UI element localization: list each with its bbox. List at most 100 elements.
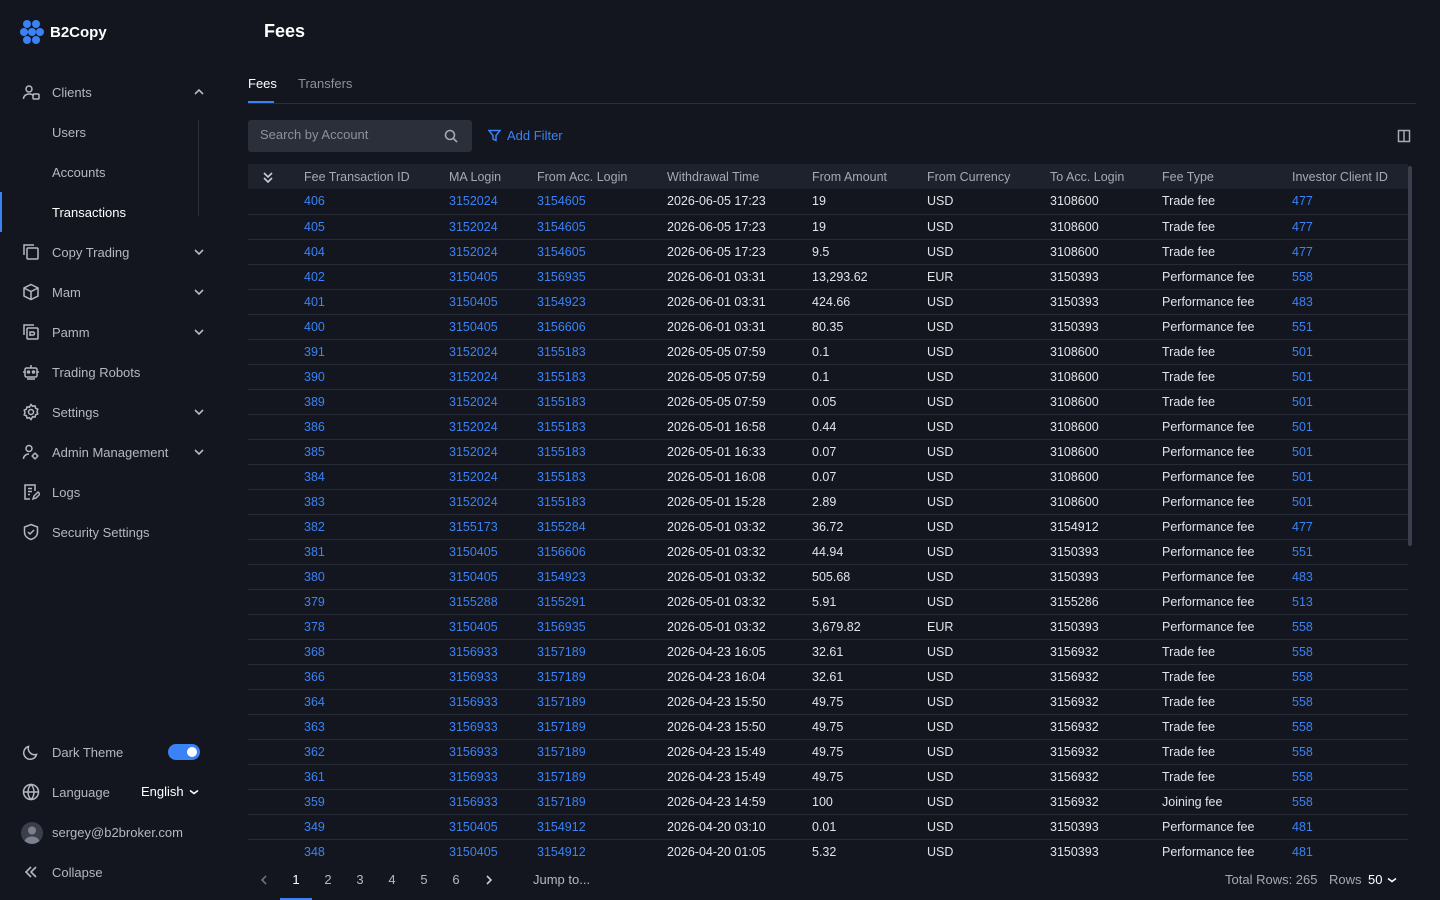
table-cell[interactable]: 3156606 bbox=[537, 539, 667, 565]
table-cell[interactable]: 3156935 bbox=[537, 264, 667, 290]
sidebar-item-settings[interactable]: Settings bbox=[0, 392, 228, 432]
table-cell[interactable]: 3154923 bbox=[537, 289, 667, 315]
table-row[interactable]: 366 3156933 3157189 2026-04-23 16:04 32.61 US… bbox=[248, 664, 1408, 690]
table-cell[interactable]: 558 bbox=[1292, 264, 1408, 290]
table-row[interactable]: 402 3150405 3156935 2026-06-01 03:31 13,293.… bbox=[248, 264, 1408, 290]
double-chevron-down-icon[interactable] bbox=[261, 170, 275, 184]
table-row[interactable]: 362 3156933 3157189 2026-04-23 15:49 49.75 US… bbox=[248, 739, 1408, 765]
table-cell[interactable]: 477 bbox=[1292, 239, 1408, 265]
table-cell[interactable]: 477 bbox=[1292, 189, 1408, 215]
sidebar-subitem-accounts[interactable]: Accounts bbox=[0, 152, 228, 192]
table-cell[interactable]: 481 bbox=[1292, 839, 1408, 862]
table-cell[interactable]: 3157189 bbox=[537, 764, 667, 790]
table-cell[interactable]: 3152024 bbox=[449, 414, 537, 440]
sidebar-item-mam[interactable]: Mam bbox=[0, 272, 228, 312]
sidebar-item-pamm[interactable]: Pamm bbox=[0, 312, 228, 352]
table-cell[interactable]: 3154923 bbox=[537, 564, 667, 590]
table-cell[interactable]: 501 bbox=[1292, 364, 1408, 390]
table-cell[interactable]: 3150405 bbox=[449, 839, 537, 862]
table-cell[interactable]: 558 bbox=[1292, 639, 1408, 665]
chevron-down-icon[interactable] bbox=[192, 326, 206, 338]
tab-transfers[interactable]: Transfers bbox=[298, 76, 352, 91]
table-cell[interactable]: 558 bbox=[1292, 714, 1408, 740]
table-cell[interactable]: 389 bbox=[304, 389, 449, 415]
sidebar-subitem-users[interactable]: Users bbox=[0, 112, 228, 152]
table-row[interactable]: 361 3156933 3157189 2026-04-23 15:49 49.75 US… bbox=[248, 764, 1408, 790]
table-cell[interactable]: 3156933 bbox=[449, 639, 537, 665]
table-cell[interactable]: 551 bbox=[1292, 539, 1408, 565]
table-cell[interactable]: 3157189 bbox=[537, 664, 667, 690]
table-row[interactable]: 381 3150405 3156606 2026-05-01 03:32 44.94 US… bbox=[248, 539, 1408, 565]
table-cell[interactable]: 3155291 bbox=[537, 589, 667, 615]
table-cell[interactable]: 3152024 bbox=[449, 339, 537, 365]
table-row[interactable]: 364 3156933 3157189 2026-04-23 15:50 49.75 US… bbox=[248, 689, 1408, 715]
table-cell[interactable]: 3157189 bbox=[537, 689, 667, 715]
collapse-button[interactable]: Collapse bbox=[0, 852, 228, 892]
table-cell[interactable]: 501 bbox=[1292, 414, 1408, 440]
table-row[interactable]: 404 3152024 3154605 2026-06-05 17:23 9.5 USD 3… bbox=[248, 239, 1408, 265]
table-row[interactable]: 379 3155288 3155291 2026-05-01 03:32 5.91 USD… bbox=[248, 589, 1408, 615]
page-3[interactable]: 3 bbox=[350, 872, 370, 887]
table-row[interactable]: 400 3150405 3156606 2026-06-01 03:31 80.35 US… bbox=[248, 314, 1408, 340]
search-input[interactable] bbox=[260, 127, 440, 142]
jump-to-page[interactable]: Jump to... bbox=[533, 872, 590, 887]
page-2[interactable]: 2 bbox=[318, 872, 338, 887]
table-row[interactable]: 390 3152024 3155183 2026-05-05 07:59 0.1 USD 3… bbox=[248, 364, 1408, 390]
table-cell[interactable]: 400 bbox=[304, 314, 449, 340]
table-cell[interactable]: 3152024 bbox=[449, 364, 537, 390]
table-cell[interactable]: 368 bbox=[304, 639, 449, 665]
columns-icon[interactable] bbox=[1397, 129, 1411, 143]
table-cell[interactable]: 3152024 bbox=[449, 389, 537, 415]
add-filter-button[interactable]: Add Filter bbox=[488, 128, 563, 143]
column-header[interactable]: To Acc. Login bbox=[1050, 164, 1162, 189]
table-cell[interactable]: 3156933 bbox=[449, 689, 537, 715]
table-cell[interactable]: 3157189 bbox=[537, 789, 667, 815]
next-page-icon[interactable] bbox=[484, 874, 494, 886]
expand-all-cell[interactable] bbox=[248, 164, 304, 189]
language-select[interactable]: English bbox=[141, 784, 200, 799]
table-cell[interactable]: 378 bbox=[304, 614, 449, 640]
table-cell[interactable]: 404 bbox=[304, 239, 449, 265]
table-row[interactable]: 406 3152024 3154605 2026-06-05 17:23 19 USD 31… bbox=[248, 189, 1408, 215]
table-row[interactable]: 359 3156933 3157189 2026-04-23 14:59 100 USD 3… bbox=[248, 789, 1408, 815]
page-5[interactable]: 5 bbox=[414, 872, 434, 887]
table-cell[interactable]: 382 bbox=[304, 514, 449, 540]
table-cell[interactable]: 3150405 bbox=[449, 564, 537, 590]
table-cell[interactable]: 3150405 bbox=[449, 314, 537, 340]
table-cell[interactable]: 3155183 bbox=[537, 414, 667, 440]
table-cell[interactable]: 3150405 bbox=[449, 539, 537, 565]
column-header[interactable]: Investor Client ID bbox=[1292, 164, 1408, 189]
table-cell[interactable]: 558 bbox=[1292, 689, 1408, 715]
table-row[interactable]: 384 3152024 3155183 2026-05-01 16:08 0.07 USD… bbox=[248, 464, 1408, 490]
column-header[interactable]: Fee Type bbox=[1162, 164, 1292, 189]
table-cell[interactable]: 381 bbox=[304, 539, 449, 565]
sidebar-subitem-transactions[interactable]: Transactions bbox=[0, 192, 228, 232]
table-cell[interactable]: 3152024 bbox=[449, 189, 537, 215]
chevron-down-icon[interactable] bbox=[192, 406, 206, 418]
table-cell[interactable]: 3156933 bbox=[449, 789, 537, 815]
table-cell[interactable]: 3155183 bbox=[537, 364, 667, 390]
table-row[interactable]: 382 3155173 3155284 2026-05-01 03:32 36.72 US… bbox=[248, 514, 1408, 540]
column-header[interactable]: From Acc. Login bbox=[537, 164, 667, 189]
table-cell[interactable]: 481 bbox=[1292, 814, 1408, 840]
table-cell[interactable]: 3150405 bbox=[449, 289, 537, 315]
table-cell[interactable]: 361 bbox=[304, 764, 449, 790]
page-4[interactable]: 4 bbox=[382, 872, 402, 887]
table-cell[interactable]: 363 bbox=[304, 714, 449, 740]
table-cell[interactable]: 558 bbox=[1292, 764, 1408, 790]
table-cell[interactable]: 3154605 bbox=[537, 239, 667, 265]
user-row[interactable]: sergey@b2broker.com bbox=[0, 812, 228, 852]
table-cell[interactable]: 383 bbox=[304, 489, 449, 515]
table-row[interactable]: 368 3156933 3157189 2026-04-23 16:05 32.61 US… bbox=[248, 639, 1408, 665]
table-cell[interactable]: 3152024 bbox=[449, 464, 537, 490]
table-cell[interactable]: 558 bbox=[1292, 739, 1408, 765]
table-cell[interactable]: 501 bbox=[1292, 339, 1408, 365]
table-row[interactable]: 391 3152024 3155183 2026-05-05 07:59 0.1 USD 3… bbox=[248, 339, 1408, 365]
table-cell[interactable]: 348 bbox=[304, 839, 449, 862]
table-cell[interactable]: 3157189 bbox=[537, 714, 667, 740]
chevron-up-icon[interactable] bbox=[192, 86, 206, 98]
table-cell[interactable]: 401 bbox=[304, 289, 449, 315]
table-cell[interactable]: 3156933 bbox=[449, 764, 537, 790]
table-cell[interactable]: 3152024 bbox=[449, 239, 537, 265]
table-row[interactable]: 380 3150405 3154923 2026-05-01 03:32 505.68 U… bbox=[248, 564, 1408, 590]
